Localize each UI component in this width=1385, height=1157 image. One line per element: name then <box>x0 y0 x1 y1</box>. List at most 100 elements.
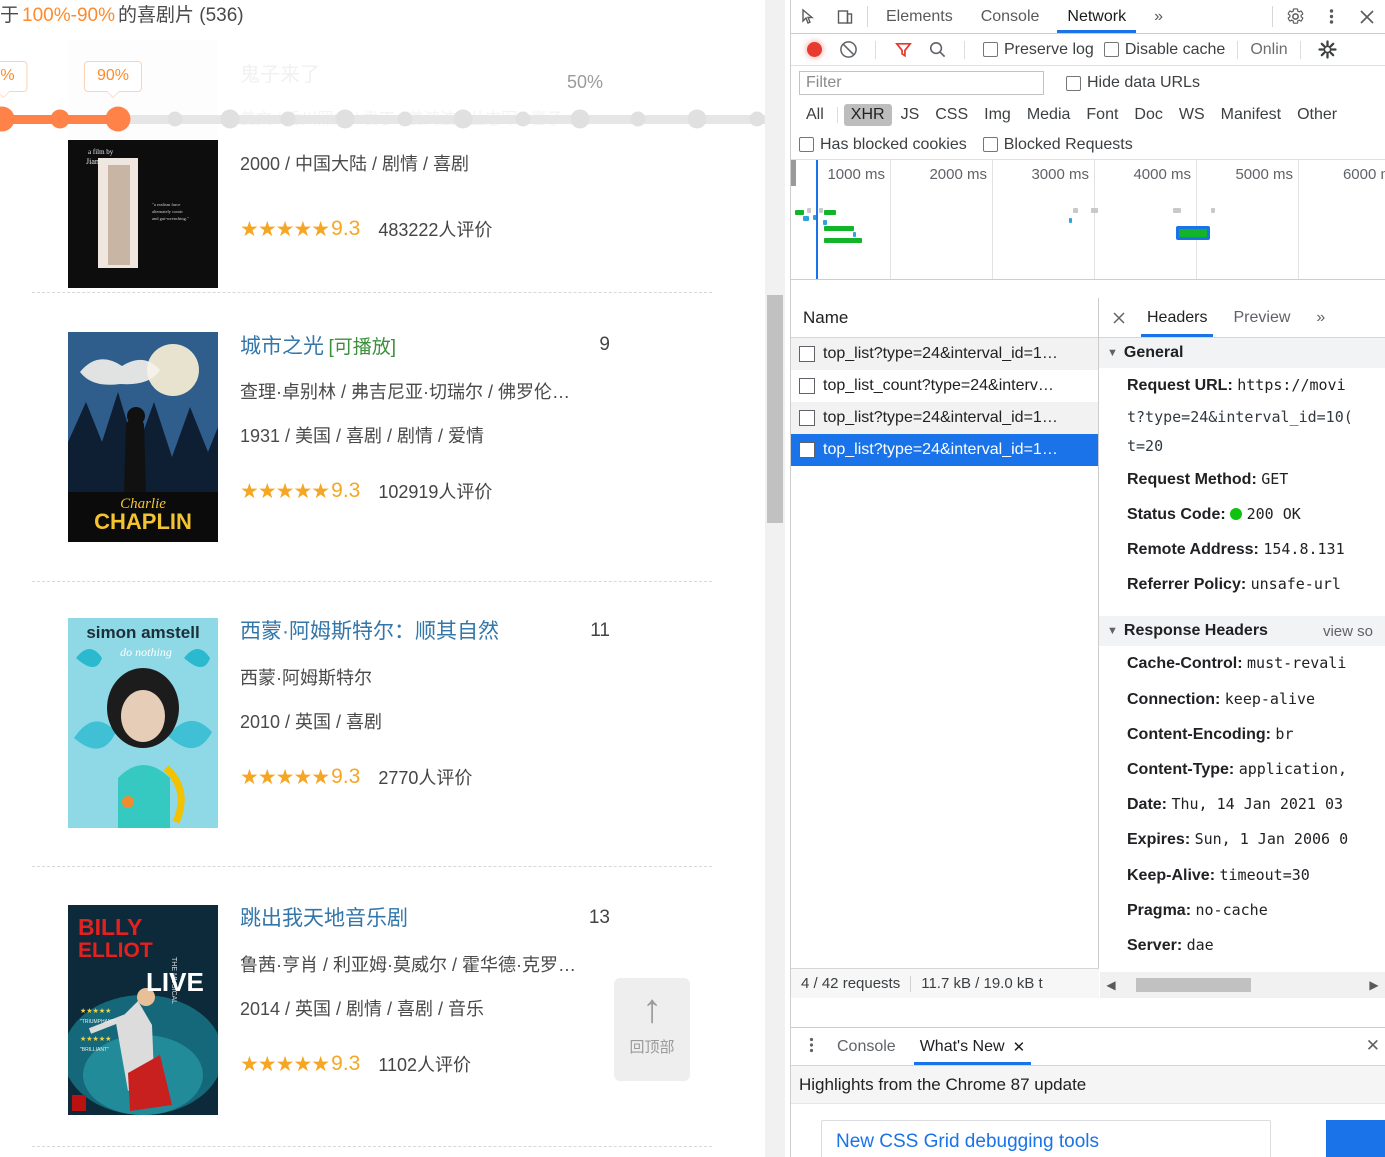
type-filter-ws[interactable]: WS <box>1172 104 1212 126</box>
heading-prefix: 于 <box>0 5 20 26</box>
inspect-element-icon[interactable] <box>791 0 827 33</box>
overview-selected-request[interactable] <box>1176 226 1210 240</box>
table-row[interactable]: top_list?type=24&interval_id=1… <box>791 434 1098 466</box>
type-filter-js[interactable]: JS <box>894 104 927 126</box>
list-item[interactable]: a film by Jiang Wen "a realism farce alt… <box>0 138 740 288</box>
hscroll-track[interactable] <box>1122 978 1363 992</box>
slider-dot-9[interactable] <box>515 111 531 127</box>
view-source-link[interactable]: view so <box>1323 623 1377 640</box>
filter-icon[interactable] <box>888 37 918 63</box>
drawer-close-icon[interactable]: ✕ <box>1366 1036 1380 1056</box>
scroll-right-arrow-icon[interactable]: ▶ <box>1363 978 1385 992</box>
header-key: Cache-Control: <box>1127 655 1243 673</box>
tab-elements[interactable]: Elements <box>872 0 967 33</box>
section-response-headers[interactable]: ▼ Response Headers view so <box>1099 616 1385 647</box>
type-filter-font[interactable]: Font <box>1079 104 1125 126</box>
preserve-log-checkbox[interactable]: Preserve log <box>983 41 1094 59</box>
kebab-menu-icon[interactable] <box>1313 0 1349 33</box>
slider-dot-4[interactable] <box>220 109 240 129</box>
network-overview-timeline[interactable]: 1000 ms 2000 ms 3000 ms 4000 ms 5000 ms … <box>791 160 1385 280</box>
page-scrollbar-thumb[interactable] <box>767 295 783 523</box>
throttling-select[interactable]: Onlin <box>1250 41 1287 59</box>
drawer-menu-icon[interactable] <box>797 1036 825 1058</box>
percentile-slider[interactable]: 0% 90% 50% <box>0 55 775 135</box>
request-checkbox-icon[interactable] <box>799 410 815 426</box>
svg-text:a film by: a film by <box>88 148 114 156</box>
type-filter-media[interactable]: Media <box>1020 104 1078 126</box>
disable-cache-checkbox[interactable]: Disable cache <box>1103 41 1225 59</box>
section-general[interactable]: ▼ General <box>1099 338 1385 368</box>
tab-console[interactable]: Console <box>967 0 1054 33</box>
whats-new-card[interactable]: New CSS Grid debugging tools <box>821 1120 1271 1157</box>
slider-dot-6[interactable] <box>335 109 355 129</box>
type-filter-manifest[interactable]: Manifest <box>1214 104 1288 126</box>
type-filter-all[interactable]: All <box>799 104 831 126</box>
type-filter-doc[interactable]: Doc <box>1127 104 1169 126</box>
movie-poster[interactable]: Charlie CHAPLIN <box>68 332 218 542</box>
slider-dot-3[interactable] <box>167 111 183 127</box>
devtools-tabstrip: Elements Console Network » <box>791 0 1385 34</box>
header-value: no-cache <box>1195 900 1268 919</box>
whats-new-link[interactable]: New CSS Grid debugging tools <box>836 1131 1099 1152</box>
request-column-name[interactable]: Name <box>791 298 1098 338</box>
slider-dot-1[interactable] <box>50 109 70 129</box>
movie-rating: ★★★★★ 9.3 102919人评价 <box>240 478 720 504</box>
device-toolbar-icon[interactable] <box>827 0 863 33</box>
detail-hscrollbar[interactable]: ◀ ▶ <box>1100 972 1385 998</box>
chevron-down-icon: ▼ <box>1107 347 1118 359</box>
slider-dot-0[interactable] <box>0 106 15 132</box>
tab-preview[interactable]: Preview <box>1221 298 1302 337</box>
slider-dot-8[interactable] <box>453 109 473 129</box>
slider-dot-13[interactable] <box>749 111 765 127</box>
type-filter-other[interactable]: Other <box>1290 104 1344 126</box>
table-row[interactable]: top_list_count?type=24&interv… <box>791 370 1098 402</box>
type-filter-css[interactable]: CSS <box>928 104 975 126</box>
movie-poster[interactable]: a film by Jiang Wen "a realism farce alt… <box>68 140 218 288</box>
filter-input[interactable] <box>799 71 1044 95</box>
type-filter-img[interactable]: Img <box>977 104 1018 126</box>
movie-poster[interactable]: simon amstell do nothing <box>68 618 218 828</box>
type-filter-xhr[interactable]: XHR <box>843 104 892 126</box>
blocked-requests-checkbox[interactable]: Blocked Requests <box>982 136 1133 154</box>
tab-headers[interactable]: Headers <box>1135 298 1219 337</box>
gear-icon[interactable] <box>1277 0 1313 33</box>
detail-close-icon[interactable] <box>1105 311 1133 325</box>
slider-dot-7[interactable] <box>397 111 413 127</box>
slider-dot-10[interactable] <box>570 109 590 129</box>
drawer-tab-whats-new[interactable]: What's New ✕ <box>908 1028 1037 1065</box>
slider-dot-5[interactable] <box>280 111 296 127</box>
header-value: application, <box>1238 760 1348 778</box>
slider-dot-11[interactable] <box>630 111 646 127</box>
scroll-left-arrow-icon[interactable]: ◀ <box>1100 978 1122 992</box>
request-checkbox-icon[interactable] <box>799 378 815 394</box>
slider-dot-2-active[interactable] <box>105 106 131 132</box>
hscroll-thumb[interactable] <box>1136 978 1251 992</box>
page-scrollbar-track[interactable] <box>765 0 785 1157</box>
has-blocked-cookies-checkbox[interactable]: Has blocked cookies <box>799 136 967 154</box>
close-icon[interactable] <box>1349 0 1385 33</box>
hide-data-urls-checkbox[interactable]: Hide data URLs <box>1066 74 1200 92</box>
movie-poster[interactable]: BILLY ELLIOT THE MUSICAL LIVE ★★★★★ "TRI… <box>68 905 218 1115</box>
header-content-type: Content-Type: application, <box>1099 752 1385 787</box>
record-button[interactable] <box>799 37 829 63</box>
movie-title-link[interactable]: 西蒙·阿姆斯特尔：顺其自然 <box>240 618 499 646</box>
playable-badge[interactable]: [可播放] <box>328 337 396 358</box>
movie-title-link[interactable]: 跳出我天地音乐剧 <box>240 905 408 933</box>
back-to-top-button[interactable]: ↑ 回顶部 <box>614 978 690 1081</box>
search-icon[interactable] <box>922 37 952 63</box>
request-checkbox-icon[interactable] <box>799 442 815 458</box>
slider-dot-12[interactable] <box>687 109 707 129</box>
table-row[interactable]: top_list?type=24&interval_id=1… <box>791 402 1098 434</box>
clear-button[interactable] <box>833 37 863 63</box>
drawer-tab-console[interactable]: Console <box>825 1028 908 1065</box>
more-tabs-icon[interactable]: » <box>1140 0 1177 33</box>
request-checkbox-icon[interactable] <box>799 346 815 362</box>
request-list-pane: Name top_list?type=24&interval_id=1… top… <box>791 298 1099 998</box>
tab-network[interactable]: Network <box>1053 0 1140 33</box>
drawer-tab-close-icon[interactable]: ✕ <box>1013 1038 1026 1056</box>
movie-title-link[interactable]: 城市之光 <box>240 333 324 361</box>
network-settings-gear-icon[interactable] <box>1313 37 1343 63</box>
detail-more-tabs-icon[interactable]: » <box>1304 298 1337 337</box>
movie-rating: ★★★★★ 9.3 483222人评价 <box>240 216 720 242</box>
table-row[interactable]: top_list?type=24&interval_id=1… <box>791 338 1098 370</box>
